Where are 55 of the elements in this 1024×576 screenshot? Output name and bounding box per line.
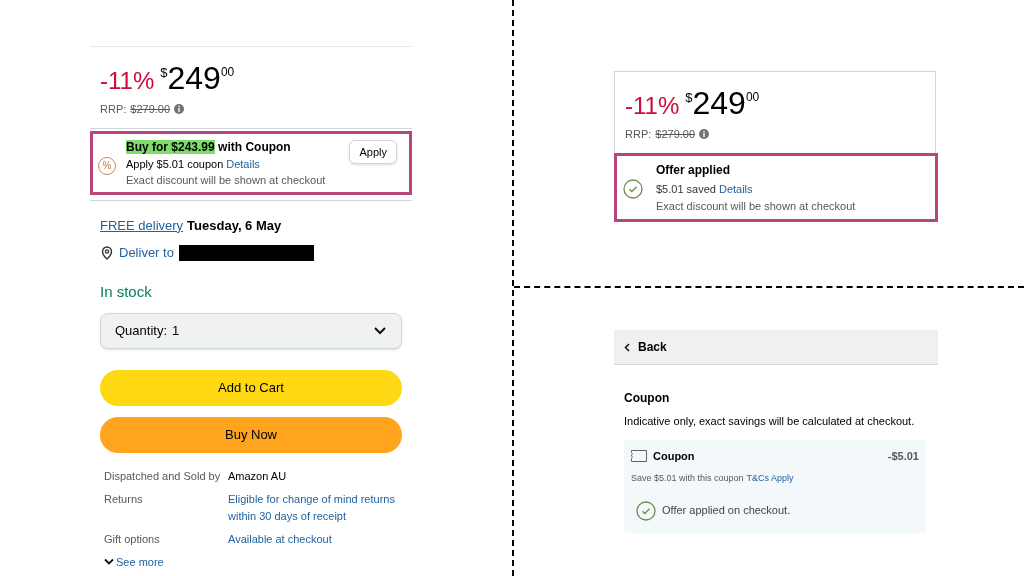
coupon-amount: -$5.01 bbox=[887, 448, 919, 464]
delivery-link[interactable]: FREE delivery bbox=[100, 215, 184, 235]
delivery-date: Tuesday, 6 May bbox=[187, 216, 282, 235]
rrp-price: $279.00 bbox=[655, 127, 696, 142]
info-icon[interactable] bbox=[174, 104, 185, 115]
coupon-title: Coupon bbox=[653, 448, 696, 464]
see-more-link[interactable]: See more bbox=[116, 554, 164, 571]
terms-link[interactable]: T&Cs Apply bbox=[746, 472, 794, 486]
detail-link[interactable]: Eligible for change of mind returns within 30 days of receipt bbox=[228, 491, 398, 525]
detail-label: Gift options bbox=[104, 532, 161, 547]
currency-symbol: $ bbox=[160, 64, 168, 80]
chevron-down-icon bbox=[104, 558, 114, 567]
rrp-label: RRP: bbox=[100, 102, 127, 117]
check-circle-icon bbox=[636, 500, 656, 521]
discount-percentage: -11% bbox=[100, 66, 155, 96]
coupon-text: Apply $5.01 coupon bbox=[126, 156, 224, 172]
details-link[interactable]: Details bbox=[718, 179, 753, 199]
ticket-icon bbox=[631, 449, 647, 462]
add-to-cart-button[interactable]: Add to Cart bbox=[100, 370, 402, 406]
stock-status: In stock bbox=[100, 281, 153, 302]
details-link[interactable]: Details bbox=[226, 154, 260, 173]
back-button[interactable]: Back bbox=[614, 330, 938, 365]
offer-title: Offer applied bbox=[656, 162, 731, 179]
saved-amount: $5.01 saved bbox=[656, 182, 716, 197]
deliver-to-link[interactable]: Deliver to bbox=[119, 243, 174, 263]
rrp-price: $279.00 bbox=[130, 102, 171, 117]
coupon-description: Save $5.01 with this coupon bbox=[631, 472, 744, 485]
price-fraction: 00 bbox=[745, 89, 760, 104]
price-fraction: 00 bbox=[220, 64, 235, 79]
detail-value: Amazon AU bbox=[228, 469, 288, 484]
savings-note: Indicative only, exact savings will be calculated at checkout. bbox=[624, 414, 916, 429]
chevron-left-icon bbox=[624, 342, 630, 352]
currency-symbol: $ bbox=[685, 89, 693, 105]
apply-button[interactable]: Apply bbox=[349, 139, 397, 164]
check-circle-icon bbox=[623, 179, 643, 199]
detail-link[interactable]: Available at checkout bbox=[228, 531, 398, 548]
checkout-note: Exact discount will be shown at checkout bbox=[656, 199, 856, 213]
quantity-dropdown[interactable]: Quantity: 1 bbox=[100, 313, 402, 349]
offer-status: Offer applied on checkout. bbox=[662, 503, 791, 519]
back-label: Back bbox=[638, 339, 667, 356]
detail-label: Dispatched and Sold by bbox=[104, 469, 222, 484]
discount-percentage: -11% bbox=[625, 91, 680, 121]
detail-label: Returns bbox=[104, 492, 144, 507]
buy-now-button[interactable]: Buy Now bbox=[100, 417, 402, 453]
chevron-down-icon bbox=[373, 326, 387, 336]
price-whole: 249 bbox=[692, 86, 746, 120]
coupon-title: Buy for $243.99 with Coupon bbox=[126, 138, 292, 155]
section-heading: Coupon bbox=[624, 390, 671, 407]
info-icon[interactable] bbox=[699, 129, 710, 140]
price-whole: 249 bbox=[167, 61, 221, 95]
checkout-note: Exact discount will be shown at checkout bbox=[126, 172, 326, 187]
location-pin-icon[interactable] bbox=[100, 245, 114, 260]
quantity-label: Quantity: bbox=[115, 322, 168, 341]
quantity-value: 1 bbox=[172, 322, 181, 341]
rrp-label: RRP: bbox=[625, 127, 652, 142]
